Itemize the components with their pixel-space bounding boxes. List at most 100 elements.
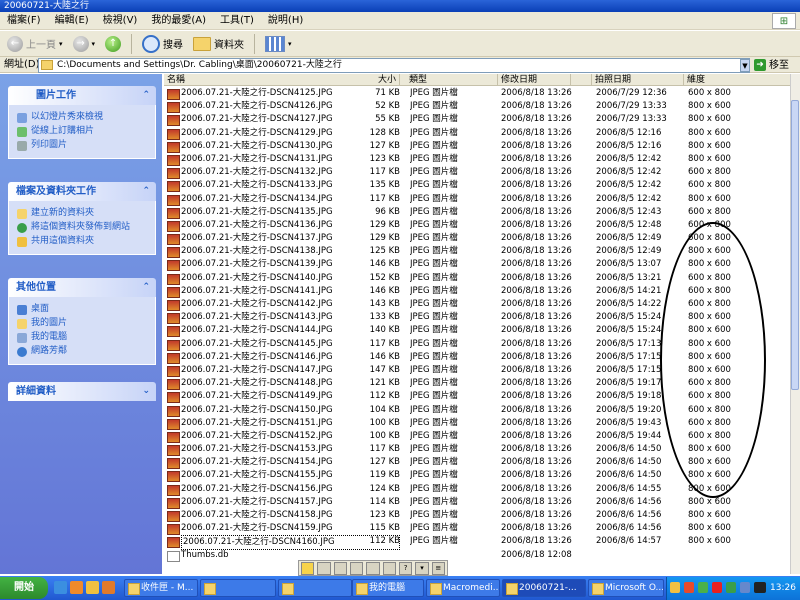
- tray-icon[interactable]: [754, 582, 766, 593]
- jpeg-file-icon: [167, 115, 180, 127]
- task-new-folder[interactable]: 建立新的資料夾: [17, 208, 151, 219]
- taskbar-button-office[interactable]: Microsoft O...: [588, 579, 664, 597]
- file-row[interactable]: 2006.07.21-大陸之行-DSCN4129.JPG 128 KB JPEG 圖…: [164, 127, 790, 140]
- menu-view[interactable]: 檢視(V): [96, 12, 145, 30]
- clock[interactable]: 13:26: [768, 577, 798, 599]
- up-folder-button[interactable]: ↑: [102, 33, 124, 55]
- task-publish-folder[interactable]: 將這個資料夾發佈到網站: [17, 222, 151, 233]
- draw-icon[interactable]: [382, 561, 396, 575]
- search-button[interactable]: 搜尋: [139, 33, 186, 55]
- file-dim: 800 x 600: [688, 536, 731, 547]
- task-share-folder[interactable]: 共用這個資料夾: [17, 236, 151, 247]
- picture-tasks-header[interactable]: 圖片工作 ⌃: [8, 86, 156, 105]
- place-my-computer[interactable]: 我的電腦: [17, 332, 151, 343]
- column-modified[interactable]: 修改日期: [498, 74, 592, 86]
- file-row[interactable]: 2006.07.21-大陸之行-DSCN4157.JPG 114 KB JPEG 圖…: [164, 496, 790, 509]
- file-type: JPEG 圖片檔: [410, 193, 458, 204]
- quicklaunch-icon[interactable]: [86, 581, 99, 594]
- file-row[interactable]: 2006.07.21-大陸之行-DSCN4127.JPG 55 KB JPEG 圖片…: [164, 113, 790, 127]
- file-folder-tasks-header[interactable]: 檔案及資料夾工作 ⌃: [8, 182, 156, 201]
- file-size: 135 KB: [369, 180, 400, 191]
- menu-file[interactable]: 檔案(F): [0, 12, 48, 30]
- menu-icon[interactable]: ≡: [431, 561, 445, 575]
- place-desktop[interactable]: 桌面: [17, 304, 151, 315]
- toolbar-icon[interactable]: [301, 561, 315, 575]
- details-header[interactable]: 詳細資料 ⌄: [8, 382, 156, 401]
- file-row[interactable]: 2006.07.21-大陸之行-DSCN4125.JPG 71 KB JPEG 圖片…: [164, 87, 790, 100]
- jpeg-file-icon: [167, 141, 180, 153]
- tray-icon[interactable]: [740, 582, 750, 593]
- column-dimensions[interactable]: 維度: [684, 74, 790, 86]
- place-network[interactable]: 網路芳鄰: [17, 346, 151, 357]
- search-icon: [142, 34, 161, 53]
- file-row[interactable]: 2006.07.21-大陸之行-DSCN4131.JPG 123 KB JPEG 圖…: [164, 153, 790, 166]
- file-row[interactable]: Thumbs.db 2006/8/18 12:08: [164, 549, 790, 562]
- back-button[interactable]: ← 上一頁 ▾: [4, 33, 66, 55]
- start-button[interactable]: 開始: [0, 577, 48, 599]
- other-places-header[interactable]: 其他位置 ⌃: [8, 278, 156, 297]
- file-type: JPEG 圖片檔: [410, 470, 458, 481]
- menu-favorites[interactable]: 我的最愛(A): [144, 12, 213, 30]
- task-slideshow[interactable]: 以幻燈片秀來檢視: [17, 112, 151, 123]
- file-row[interactable]: 2006.07.21-大陸之行-DSCN4159.JPG 115 KB JPEG 圖…: [164, 522, 790, 536]
- tray-icon[interactable]: [670, 582, 680, 593]
- column-size-label[interactable]: 大小: [360, 74, 400, 86]
- expand-chevron-icon[interactable]: ⌄: [142, 382, 150, 401]
- file-row[interactable]: 2006.07.21-大陸之行-DSCN4133.JPG 135 KB JPEG 圖…: [164, 179, 790, 193]
- help-icon[interactable]: ?: [398, 561, 413, 575]
- place-my-pictures[interactable]: 我的圖片: [17, 318, 151, 329]
- menu-help[interactable]: 說明(H): [261, 12, 310, 30]
- file-row[interactable]: 2006.07.21-大陸之行-DSCN4126.JPG 52 KB JPEG 圖片…: [164, 100, 790, 114]
- tray-icon[interactable]: [684, 582, 694, 593]
- views-button[interactable]: ▾: [262, 33, 295, 55]
- file-size: 129 KB: [369, 233, 400, 244]
- address-input[interactable]: C:\Documents and Settings\Dr. Cabling\桌面…: [38, 58, 750, 73]
- folders-button[interactable]: 資料夾: [190, 33, 247, 55]
- taskbar-button-hidden[interactable]: [278, 579, 352, 597]
- column-type[interactable]: 類型: [406, 74, 498, 86]
- task-print-pictures[interactable]: 列印圖片: [17, 140, 151, 151]
- file-taken: 2006/8/5 12:49: [596, 246, 662, 257]
- scrollbar-thumb[interactable]: [791, 100, 799, 390]
- taskbar-button-my-computer[interactable]: 我的電腦: [352, 579, 424, 597]
- file-row[interactable]: 2006.07.21-大陸之行-DSCN4130.JPG 127 KB JPEG 圖…: [164, 140, 790, 153]
- menu-edit[interactable]: 編輯(E): [48, 12, 96, 30]
- address-dropdown-button[interactable]: ▼: [740, 59, 750, 72]
- column-date-taken[interactable]: 拍照日期: [592, 74, 684, 86]
- chevron-down-icon[interactable]: ▾: [415, 561, 429, 575]
- menu-tools[interactable]: 工具(T): [213, 12, 261, 30]
- file-row[interactable]: 2006.07.21-大陸之行-DSCN4135.JPG 96 KB JPEG 圖片…: [164, 206, 790, 219]
- keyboard-icon[interactable]: [317, 561, 331, 575]
- tray-icon[interactable]: [698, 582, 708, 593]
- pen-icon[interactable]: [349, 561, 364, 575]
- ie-icon[interactable]: [54, 581, 67, 594]
- file-row[interactable]: 2006.07.21-大陸之行-DSCN4158.JPG 123 KB JPEG 圖…: [164, 509, 790, 522]
- taskbar-button-explorer[interactable]: 20060721-...: [502, 579, 586, 597]
- quicklaunch-icon[interactable]: [102, 581, 115, 594]
- tray-icon[interactable]: [712, 582, 722, 593]
- taskbar-button-macromedia[interactable]: Macromedi...: [426, 579, 500, 597]
- pen-icon[interactable]: [333, 561, 347, 575]
- jpeg-file-icon: [167, 339, 180, 351]
- file-type: JPEG 圖片檔: [410, 101, 458, 112]
- file-type: JPEG 圖片檔: [410, 272, 458, 283]
- taskbar-button-window[interactable]: [200, 579, 276, 597]
- taskbar-button-inbox[interactable]: 收件匣 - M...: [124, 579, 198, 597]
- task-label: 共用這個資料夾: [31, 236, 95, 246]
- forward-button[interactable]: → ▾: [70, 33, 99, 55]
- back-arrow-icon: ←: [7, 35, 23, 52]
- go-button[interactable]: ➜ 移至: [754, 58, 798, 73]
- task-order-prints[interactable]: 從線上訂購相片: [17, 126, 151, 137]
- tray-icon[interactable]: [726, 582, 736, 593]
- window-title-bar[interactable]: 20060721-大陸之行: [0, 0, 800, 12]
- file-row[interactable]: 2006.07.21-大陸之行-DSCN4134.JPG 117 KB JPEG 圖…: [164, 193, 790, 206]
- task-label: 列印圖片: [31, 140, 68, 150]
- collapse-chevron-icon[interactable]: ⌃: [142, 278, 150, 297]
- collapse-chevron-icon[interactable]: ⌃: [142, 86, 150, 105]
- file-row[interactable]: 2006.07.21-大陸之行-DSCN4160.JPG 112 KB JPEG 圖…: [164, 535, 790, 551]
- quicklaunch-icon[interactable]: [70, 581, 83, 594]
- collapse-chevron-icon[interactable]: ⌃: [142, 182, 150, 201]
- file-row[interactable]: 2006.07.21-大陸之行-DSCN4132.JPG 117 KB JPEG 圖…: [164, 166, 790, 180]
- folder-icon: [193, 36, 212, 51]
- draw-icon[interactable]: [366, 561, 380, 575]
